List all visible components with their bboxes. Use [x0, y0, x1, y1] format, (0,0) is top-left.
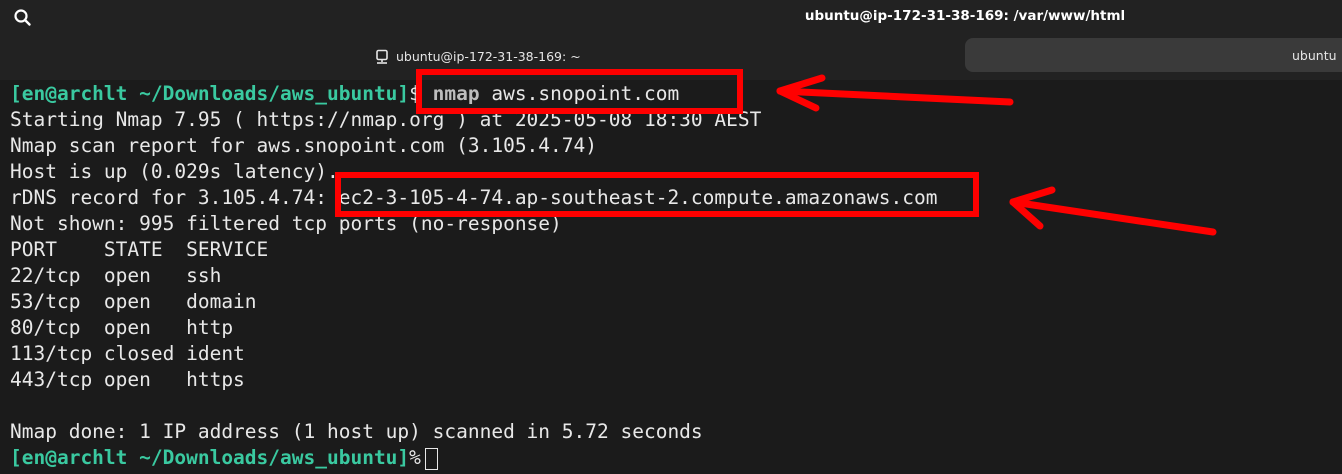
prompt-symbol: %	[409, 446, 421, 469]
command-arg: aws.snopoint.com	[491, 82, 680, 105]
final-prompt-line: [en@archlt ~/Downloads/aws_ubuntu]%	[10, 445, 438, 471]
output-line: Not shown: 995 filtered tcp ports (no-re…	[10, 212, 562, 235]
tab-label: ubuntu	[1292, 48, 1337, 63]
terminal-output[interactable]: [en@archlt ~/Downloads/aws_ubuntu]$ nmap…	[0, 80, 1342, 474]
output-line: 113/tcp closed ident	[10, 342, 245, 365]
output-line: 53/tcp open domain	[10, 290, 257, 313]
output-line: Starting Nmap 7.95 ( https://nmap.org ) …	[10, 108, 762, 131]
output-line: Host is up (0.029s latency).	[10, 160, 339, 183]
output-line: 443/tcp open https	[10, 368, 245, 391]
output-line: rDNS record for 3.105.4.74: ec2-3-105-4-…	[10, 186, 938, 209]
header-bar: ubuntu@ip-172-31-38-169: /var/www/html	[0, 0, 1342, 36]
prompt: [en@archlt ~/Downloads/aws_ubuntu]	[10, 446, 410, 469]
window-title: ubuntu@ip-172-31-38-169: /var/www/html	[804, 8, 1126, 24]
output-line: PORT STATE SERVICE	[10, 238, 269, 261]
cursor	[424, 447, 438, 470]
search-icon	[14, 9, 31, 26]
prompt-symbol: $	[409, 82, 421, 105]
tab-label: ubuntu@ip-172-31-38-169: ~	[396, 49, 581, 64]
output-line: 80/tcp open http	[10, 316, 234, 339]
terminal-tab-icon	[376, 49, 388, 64]
output-line: Nmap scan report for aws.snopoint.com (3…	[10, 134, 597, 157]
output-line: Nmap done: 1 IP address (1 host up) scan…	[10, 420, 703, 443]
prompt: [en@archlt ~/Downloads/aws_ubuntu]	[10, 82, 410, 105]
command-name: nmap	[432, 82, 480, 105]
tab-bar: ubuntu@ip-172-31-38-169: ~ ubuntu	[0, 36, 1342, 80]
tab-ubuntu-home[interactable]: ubuntu@ip-172-31-38-169: ~	[0, 38, 958, 76]
command-line: [en@archlt ~/Downloads/aws_ubuntu]$ nmap…	[10, 81, 679, 107]
tab-ubuntu-html[interactable]: ubuntu	[965, 38, 1342, 72]
output-line: 22/tcp open ssh	[10, 264, 222, 287]
search-button[interactable]	[10, 6, 36, 30]
